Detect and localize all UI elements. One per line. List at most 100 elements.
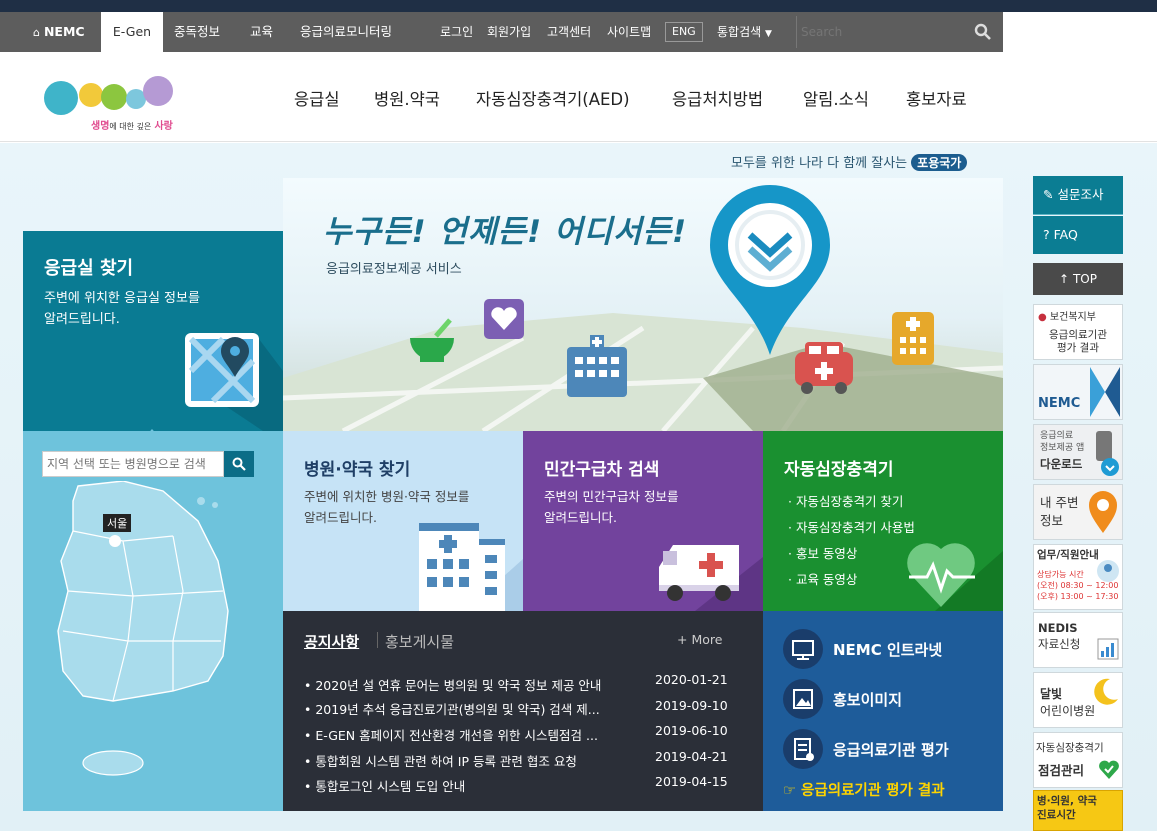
notice-date: 2019-09-10	[655, 698, 728, 713]
logo-tagline: 생명에 대한 깊은 사랑	[91, 121, 173, 132]
korea-region-map[interactable]	[43, 481, 243, 806]
er-search-panel[interactable]: 응급실 찾기 주변에 위치한 응급실 정보를 알려드립니다.	[23, 231, 283, 431]
heart-check-icon	[1099, 760, 1119, 779]
phone-download-icon	[1096, 431, 1119, 476]
home-link[interactable]: ⌂ NEMC	[33, 12, 85, 52]
survey-button[interactable]: ✎ 설문조사	[1033, 176, 1123, 214]
seoul-marker-icon	[109, 535, 121, 547]
notice-row[interactable]: • E-GEN 홈페이지 전산환경 개선을 위한 시스템점검 ...	[304, 725, 598, 744]
map-pin-icon	[710, 185, 830, 355]
notice-row[interactable]: • 통합로그인 시스템 도입 안내	[304, 776, 465, 795]
aed-tile-title[interactable]: 자동심장충격기	[784, 455, 893, 480]
ambulance-tile-desc: 주변의 민간구급차 정보를 알려드립니다.	[544, 489, 679, 525]
work-guide-banner[interactable]: 업무/직원안내 상담가능 시간 (오전) 08:30 ~ 12:00 (오후) 13…	[1033, 544, 1123, 610]
aed-link-edu-video[interactable]: · 교육 동영상	[788, 567, 915, 593]
tab-egen[interactable]: E-Gen	[101, 12, 163, 52]
top-button[interactable]: ↑ TOP	[1033, 263, 1123, 295]
er-desc: 주변에 위치한 응급실 정보를 알려드립니다.	[44, 291, 200, 327]
app-download-banner[interactable]: 응급의료 정보제공 앱 다운로드	[1033, 424, 1123, 480]
tab-monitoring[interactable]: 응급의료모니터링	[300, 12, 392, 52]
notice-row[interactable]: • 2020년 설 연휴 문어는 병의원 및 약국 정보 제공 안내	[304, 675, 601, 694]
hero-banner: 누구든! 언제든! 어디서든! 응급의료정보제공 서비스	[283, 178, 1003, 431]
nav-notice[interactable]: 알림.소식	[803, 86, 869, 110]
egen-logo[interactable]: 생명에 대한 깊은 사랑	[41, 68, 176, 133]
hero-subtitle: 응급의료정보제공 서비스	[326, 262, 462, 277]
intranet-icon	[783, 629, 823, 669]
aed-link-usage[interactable]: · 자동심장충격기 사용법	[788, 515, 915, 541]
moon-icon	[1094, 678, 1118, 705]
nav-er[interactable]: 응급실	[294, 86, 340, 110]
private-ambulance-tile[interactable]: 민간구급차 검색 주변의 민간구급차 정보를 알려드립니다.	[523, 431, 763, 611]
join-link[interactable]: 회원가입	[487, 12, 531, 52]
map-search-box	[42, 451, 224, 477]
tab-promo-posts[interactable]: 홍보게시물	[385, 631, 454, 652]
aed-link-find[interactable]: · 자동심장충격기 찾기	[788, 489, 915, 515]
moonlight-hospital-banner[interactable]: 달빛 어린이병원	[1033, 672, 1123, 728]
top-strip	[0, 0, 1157, 12]
faq-button[interactable]: ? FAQ	[1033, 216, 1123, 254]
notice-row[interactable]: • 2019년 추석 응급진료기관(병의원 및 약국) 검색 제...	[304, 699, 600, 718]
eng-button[interactable]: ENG	[665, 22, 703, 42]
chat-person-icon	[1097, 560, 1119, 582]
map-search-input[interactable]	[47, 455, 221, 473]
promo-image-link[interactable]: 홍보이미지	[833, 689, 902, 710]
ambulance-icon	[659, 545, 763, 611]
heart-badge-icon	[484, 299, 524, 339]
evaluation-link[interactable]: 응급의료기관 평가	[833, 739, 949, 760]
home-icon: ⌂	[33, 26, 40, 39]
nemc-banner[interactable]: NEMC	[1033, 364, 1123, 420]
login-link[interactable]: 로그인	[440, 12, 473, 52]
caret-down-icon: ▼	[765, 29, 772, 39]
notice-date: 2019-04-15	[655, 774, 728, 789]
tab-education[interactable]: 교육	[250, 12, 273, 52]
tab-notice[interactable]: 공지사항	[304, 631, 359, 652]
nearby-info-banner[interactable]: 내 주변 정보	[1033, 484, 1123, 540]
notice-date: 2020-01-21	[655, 672, 728, 687]
edit-icon: ✎	[1043, 187, 1054, 202]
notice-date: 2019-04-21	[655, 749, 728, 764]
location-pin-icon	[1089, 491, 1117, 533]
hospital-pharmacy-tile[interactable]: 병원·약국 찾기 주변에 위치한 병원·약국 정보를 알려드립니다.	[283, 431, 523, 611]
aed-tile: 자동심장충격기 · 자동심장충격기 찾기 · 자동심장충격기 사용법 · 홍보 …	[763, 431, 1003, 611]
evaluation-result-link[interactable]: ☞ 응급의료기관 평가 결과	[783, 779, 945, 800]
hospital-tile-title: 병원·약국 찾기	[304, 460, 411, 480]
nav-promotion[interactable]: 홍보자료	[906, 86, 967, 110]
nedis-banner[interactable]: NEDIS 자료신청	[1033, 612, 1123, 668]
search-icon[interactable]	[974, 23, 992, 41]
notice-date: 2019-06-10	[655, 723, 728, 738]
ambulance-icon	[795, 342, 853, 394]
bar-chart-icon	[1097, 638, 1119, 660]
map-location-icon	[185, 331, 283, 431]
search-icon	[232, 457, 246, 471]
evaluation-icon	[783, 729, 823, 769]
search-input[interactable]	[801, 22, 961, 42]
sitemap-link[interactable]: 사이트맵	[607, 12, 651, 52]
notice-row[interactable]: • 통합회원 시스템 관련 하여 IP 등록 관련 협조 요청	[304, 751, 577, 770]
mohw-evaluation-banner[interactable]: ● 보건복지부 응급의료기관 평가 결과	[1033, 304, 1123, 360]
hospital-building-icon	[567, 335, 627, 397]
seoul-label[interactable]: 서울	[103, 514, 132, 532]
map-search-button[interactable]	[224, 451, 254, 477]
search-scope-select[interactable]: 통합검색 ▼	[717, 12, 772, 52]
aed-link-promo-video[interactable]: · 홍보 동영상	[788, 541, 915, 567]
nav-hospital-pharmacy[interactable]: 병원.약국	[374, 86, 440, 110]
logo-mark-icon	[44, 76, 173, 115]
intranet-link[interactable]: NEMC 인트라넷	[833, 639, 942, 660]
nav-first-aid[interactable]: 응급처치방법	[672, 86, 763, 110]
nav-aed[interactable]: 자동심장충격기(AED)	[476, 86, 630, 110]
korea-map-panel: 서울	[23, 431, 283, 811]
aed-link-list: · 자동심장충격기 찾기 · 자동심장충격기 사용법 · 홍보 동영상 · 교육…	[788, 489, 915, 593]
pharmacy-mortar-icon	[410, 318, 454, 362]
image-gallery-icon	[783, 679, 823, 719]
aed-check-banner[interactable]: 자동심장충격기 점검관리	[1033, 732, 1123, 788]
notice-more-link[interactable]: + More	[677, 632, 722, 647]
clinic-hours-banner[interactable]: 병·의원, 약국 진료시간	[1033, 790, 1123, 831]
search-box	[796, 16, 1002, 48]
heart-pulse-icon	[907, 543, 1003, 611]
arrow-up-icon: ↑	[1059, 272, 1070, 286]
tab-poison-info[interactable]: 중독정보	[174, 12, 220, 52]
nemc-logo-icon	[1090, 367, 1120, 417]
customer-center-link[interactable]: 고객센터	[547, 12, 591, 52]
taegeuk-icon: ●	[1038, 312, 1047, 323]
hospital-building-icon	[419, 523, 523, 611]
